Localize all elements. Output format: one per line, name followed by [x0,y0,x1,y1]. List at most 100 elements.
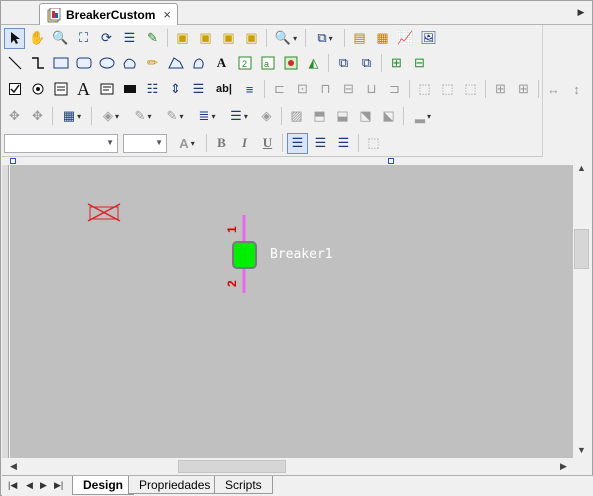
bold-button[interactable]: B [211,133,232,154]
resize-icon[interactable]: ⊟ [409,53,430,74]
list-tool-icon[interactable] [50,79,71,100]
rounded-rect-tool-icon[interactable] [73,53,94,74]
tab-design[interactable]: Design [72,476,135,495]
align-top-icon[interactable]: ⊓ [315,79,336,100]
align-text-left-icon[interactable]: ☰ [287,132,308,154]
design-canvas[interactable]: 1 2 Breaker1 [10,165,573,458]
text-tool-icon[interactable]: A [211,53,232,74]
breaker-component[interactable]: 1 2 Breaker1 [225,215,333,293]
listbox-tool-icon[interactable]: ☷ [142,79,163,100]
text-color-icon[interactable]: ✎ [160,106,190,127]
prev-tab-icon[interactable]: ◀ [26,480,33,491]
same-height-icon[interactable]: ⬚ [437,79,458,100]
space-horizontal-icon[interactable]: ⊞ [490,79,511,100]
distribute-h-icon[interactable]: ↔ [543,79,564,100]
shadow-icon[interactable]: ◈ [256,106,277,127]
connector-tool-icon[interactable] [27,53,48,74]
spin-tool-icon[interactable]: ⇕ [165,79,186,100]
move-front-icon[interactable]: ⬒ [309,106,330,127]
italic-button[interactable]: I [234,133,255,154]
editbox-tool-icon[interactable]: ab| [211,79,237,100]
textbox-tool-icon[interactable] [96,79,117,100]
zoom-menu-icon[interactable]: 🔍 [271,28,301,49]
picture-icon[interactable]: 🖼 [418,28,439,49]
horizontal-scrollbar[interactable]: ◀ ▶ [2,458,573,475]
table-tool-icon[interactable]: ≡ [239,79,260,100]
scroll-right-icon[interactable]: ▶ [560,461,567,472]
tab-propriedades[interactable]: Propriedades [128,476,222,494]
bring-front-icon[interactable]: ⧉ [333,53,354,74]
first-tab-icon[interactable]: |◀ [8,480,17,491]
chart-icon[interactable]: 📈 [395,28,416,49]
align-text-right-icon[interactable]: ☰ [333,133,354,154]
group4-icon[interactable]: ▣ [241,28,262,49]
zoom-fit-icon[interactable]: ⛶ [73,28,94,49]
align-text-center-icon[interactable]: ☰ [310,133,331,154]
underline-button[interactable]: U [257,133,278,154]
close-tab-icon[interactable]: × [163,7,171,22]
font-family-combo[interactable]: ▼ [4,133,118,153]
line-width-icon[interactable]: ☰ [224,106,254,127]
checkbox-tool-icon[interactable] [4,79,25,100]
align-middle-icon[interactable]: ⊟ [338,79,359,100]
pointer-tool-icon[interactable] [4,27,25,49]
zoom-tool-icon[interactable]: 🔍 [50,28,71,49]
text-frame-icon[interactable]: ⬚ [363,133,384,154]
tab-scripts[interactable]: Scripts [214,476,273,494]
align-right-icon[interactable]: ⊐ [384,79,405,100]
space-vertical-icon[interactable]: ⊞ [513,79,534,100]
combo-tool-icon[interactable]: ☰ [188,79,209,100]
align-bottom-icon[interactable]: ⊔ [361,79,382,100]
label-field-icon[interactable]: a [257,53,278,74]
move-forward-icon[interactable]: ⬔ [355,106,376,127]
scroll-down-icon[interactable]: ▼ [577,445,586,455]
flip-icon[interactable]: ◭ [303,53,324,74]
order-menu-icon[interactable]: ⧉ [310,28,340,49]
image-tool-icon[interactable] [280,53,301,74]
pan-tool-icon[interactable]: ✋ [27,28,48,49]
delete-link-icon[interactable]: ✎ [142,28,163,49]
position-menu-icon[interactable]: ▂ [408,106,438,127]
next-tab-icon[interactable]: ▶ [40,480,47,491]
line-color-icon[interactable]: ✎ [128,106,158,127]
move-icon[interactable]: ⊞ [386,53,407,74]
rectangle-tool-icon[interactable] [50,53,71,74]
selection-handle[interactable] [10,158,16,164]
button-tool-icon[interactable] [119,79,140,100]
font-color-icon[interactable]: A [172,133,202,154]
bezier-tool-icon[interactable] [165,53,186,74]
send-back-icon[interactable]: ⧉ [356,53,377,74]
broken-image-icon[interactable] [87,203,121,222]
horizontal-scroll-thumb[interactable] [178,460,286,473]
selection-handle[interactable] [388,158,394,164]
line-tool-icon[interactable] [4,53,25,74]
ellipse-tool-icon[interactable] [96,53,117,74]
align-icon[interactable]: ☰ [119,28,140,49]
tab-breakercustom[interactable]: BreakerCustom × [39,3,178,26]
radio-tool-icon[interactable] [27,79,48,100]
fill-color-icon[interactable]: ◈ [96,106,126,127]
snap-icon[interactable]: ✥ [4,106,25,127]
numeric-field-icon[interactable]: 2 [234,53,255,74]
pencil-tool-icon[interactable]: ✏ [142,53,163,74]
distribute-v-icon[interactable]: ↕ [566,79,587,100]
breaker-body[interactable] [232,241,257,269]
fill-shape-icon[interactable] [188,53,209,74]
scroll-up-icon[interactable]: ▲ [577,163,586,173]
group2-icon[interactable]: ▣ [195,28,216,49]
move-backward-icon[interactable]: ⬕ [378,106,399,127]
scroll-left-icon[interactable]: ◀ [10,461,17,472]
line-style-icon[interactable]: ≣ [192,106,222,127]
same-width-icon[interactable]: ⬚ [414,79,435,100]
move-back-icon[interactable]: ⬓ [332,106,353,127]
group1-icon[interactable]: ▣ [172,28,193,49]
rotate-icon[interactable]: ⟳ [96,28,117,49]
grid-menu-icon[interactable]: ▦ [57,106,87,127]
group3-icon[interactable]: ▣ [218,28,239,49]
align-left-icon[interactable]: ⊏ [269,79,290,100]
snap-center-icon[interactable]: ✥ [27,106,48,127]
tab-scroll-right-icon[interactable]: ▶ [575,6,587,18]
font-size-combo[interactable]: ▼ [123,133,167,153]
last-tab-icon[interactable]: ▶| [54,480,63,491]
align-center-icon[interactable]: ⊡ [292,79,313,100]
